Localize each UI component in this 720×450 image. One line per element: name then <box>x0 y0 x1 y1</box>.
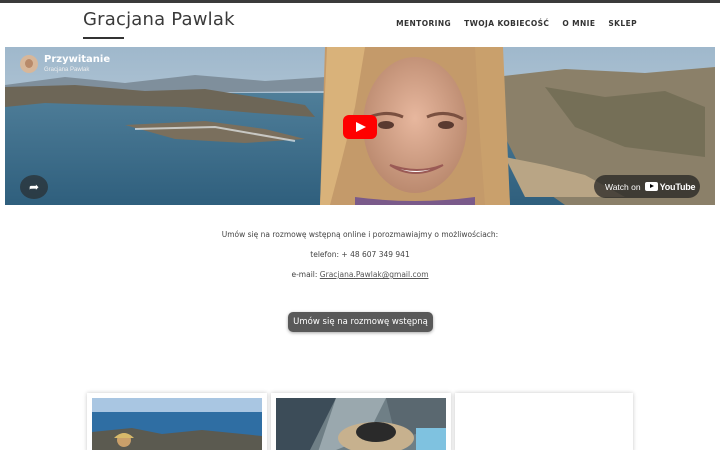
book-consultation-button[interactable]: Umów się na rozmowę wstępną <box>288 312 433 332</box>
nav-item-twoja-kobiecosc[interactable]: TWOJA KOBIECOŚĆ <box>464 19 549 28</box>
gallery-card-3[interactable] <box>455 393 633 450</box>
gallery-card-1[interactable] <box>87 393 267 450</box>
nav-item-sklep[interactable]: SKLEP <box>608 19 637 28</box>
site-title[interactable]: Gracjana Pawlak <box>83 9 235 30</box>
top-border <box>0 0 720 3</box>
nav-item-o-mnie[interactable]: O MNIE <box>562 19 595 28</box>
beach-photo <box>92 398 262 450</box>
nav-item-mentoring[interactable]: MENTORING <box>396 19 451 28</box>
video-channel[interactable]: Gracjana Pawlak <box>44 67 89 73</box>
email-label: e-mail: <box>291 270 320 279</box>
youtube-wordmark: YouTube <box>659 181 696 192</box>
watch-on-label: Watch on <box>605 181 641 192</box>
title-underline <box>83 37 124 39</box>
video-embed[interactable]: Przywitanie Gracjana Pawlak ➦ Watch on Y… <box>5 47 715 205</box>
email-link[interactable]: Gracjana.Pawlak@gmail.com <box>320 270 429 279</box>
watch-on-youtube-button[interactable]: Watch on YouTube <box>594 175 700 198</box>
youtube-logo: YouTube <box>644 181 696 192</box>
video-title[interactable]: Przywitanie <box>44 54 110 65</box>
channel-avatar[interactable] <box>20 55 38 73</box>
contact-intro: Umów się na rozmowę wstępną online i por… <box>221 230 499 239</box>
youtube-play-icon <box>644 182 658 191</box>
contact-phone: telefon: + 48 607 349 941 <box>310 250 410 259</box>
contact-email: e-mail: Gracjana.Pawlak@gmail.com <box>0 270 720 279</box>
share-icon[interactable]: ➦ <box>20 175 48 199</box>
main-nav: MENTORING TWOJA KOBIECOŚĆ O MNIE SKLEP <box>396 19 637 28</box>
gallery-card-2[interactable] <box>271 393 451 450</box>
hat-photo <box>276 398 446 450</box>
play-button[interactable] <box>343 115 377 139</box>
